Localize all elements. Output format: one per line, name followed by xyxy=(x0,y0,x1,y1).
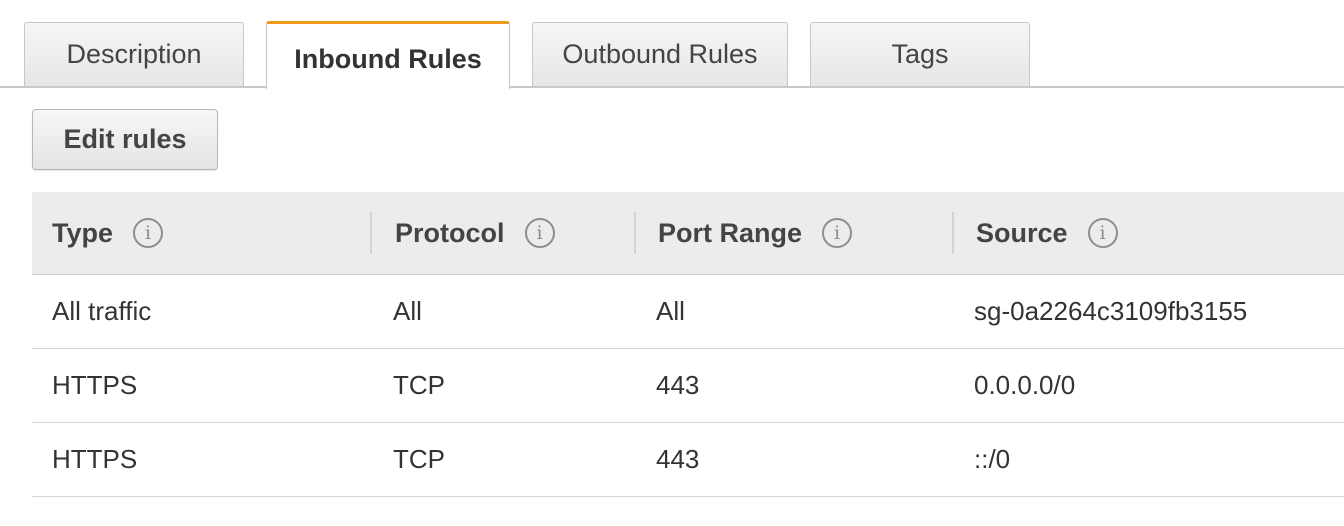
info-icon[interactable]: i xyxy=(524,218,555,248)
cell-type: HTTPS xyxy=(52,370,138,400)
table-row: HTTPS TCP 443 0.0.0.0/0 xyxy=(32,349,1344,423)
info-icon[interactable]: i xyxy=(133,218,164,248)
column-header-type[interactable]: Type i xyxy=(52,192,164,274)
cell-protocol: TCP xyxy=(393,444,445,474)
cell-type: HTTPS xyxy=(52,444,138,474)
edit-rules-button[interactable]: Edit rules xyxy=(32,109,218,170)
column-header-label: Port Range xyxy=(658,217,803,248)
column-header-source[interactable]: Source i xyxy=(976,192,1118,274)
cell-protocol: All xyxy=(393,296,422,326)
table-row: HTTPS TCP 443 ::/0 xyxy=(32,423,1344,497)
column-header-label: Type xyxy=(52,217,114,248)
tab-inbound-rules[interactable]: Inbound Rules xyxy=(266,21,510,89)
cell-source: ::/0 xyxy=(974,444,1011,474)
cell-port-range: 443 xyxy=(656,370,700,400)
tab-label: Description xyxy=(66,39,202,69)
cell-source: 0.0.0.0/0 xyxy=(974,370,1076,400)
info-icon[interactable]: i xyxy=(822,218,853,248)
table-header: Type i Protocol i Port Range i Source i xyxy=(32,192,1344,275)
column-header-label: Source xyxy=(976,217,1068,248)
inbound-rules-table: Type i Protocol i Port Range i Source i … xyxy=(32,192,1344,497)
tab-label: Tags xyxy=(891,39,949,69)
tab-bar: Description Inbound Rules Outbound Rules… xyxy=(0,0,1344,89)
column-divider[interactable] xyxy=(634,212,636,254)
cell-protocol: TCP xyxy=(393,370,445,400)
cell-port-range: 443 xyxy=(656,444,700,474)
tab-description[interactable]: Description xyxy=(24,22,244,86)
cell-port-range: All xyxy=(656,296,685,326)
tab-label: Outbound Rules xyxy=(562,39,758,69)
column-divider[interactable] xyxy=(952,212,954,254)
cell-source: sg-0a2264c3109fb3155 xyxy=(974,296,1248,326)
column-header-port-range[interactable]: Port Range i xyxy=(658,192,853,274)
column-header-protocol[interactable]: Protocol i xyxy=(395,192,555,274)
column-header-label: Protocol xyxy=(395,217,505,248)
info-icon[interactable]: i xyxy=(1087,218,1118,248)
tab-label: Inbound Rules xyxy=(294,44,482,74)
column-divider[interactable] xyxy=(370,212,372,254)
security-group-rules-panel: Description Inbound Rules Outbound Rules… xyxy=(0,0,1344,526)
tab-tags[interactable]: Tags xyxy=(810,22,1030,86)
table-row: All traffic All All sg-0a2264c3109fb3155 xyxy=(32,275,1344,349)
cell-type: All traffic xyxy=(52,296,152,326)
tab-bar-divider xyxy=(0,86,1344,88)
tab-outbound-rules[interactable]: Outbound Rules xyxy=(532,22,788,86)
